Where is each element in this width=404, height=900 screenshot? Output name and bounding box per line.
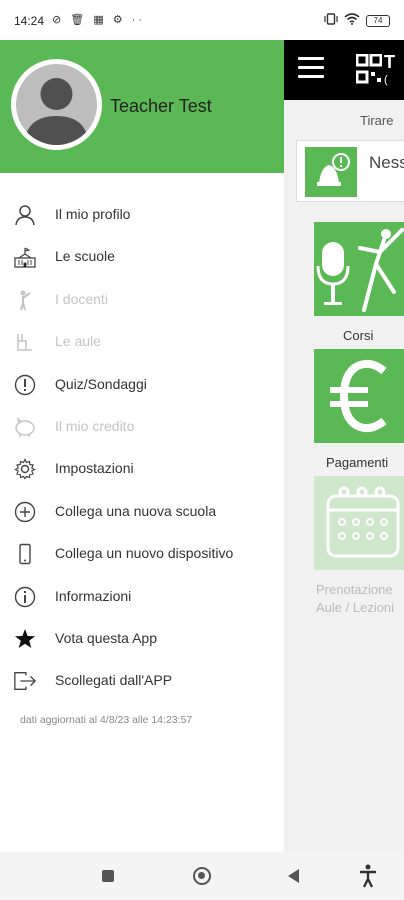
tile-label-pagamenti: Pagamenti bbox=[326, 455, 389, 470]
app-content: Tirare Ness Corsi Pagamenti Prenotazione… bbox=[284, 100, 404, 852]
notification-card[interactable]: Ness bbox=[296, 140, 404, 202]
person-avatar-icon bbox=[16, 64, 97, 145]
menu-item-profile[interactable]: Il mio profilo bbox=[0, 193, 284, 235]
user-name: Teacher Test bbox=[110, 96, 212, 116]
plus-circle-icon bbox=[13, 500, 37, 524]
star-icon bbox=[13, 627, 37, 651]
status-bar: 14:24 ⊘ 🗑 ▦ ⚙ ·· 74 bbox=[0, 0, 404, 40]
microphone-dancer-icon bbox=[316, 228, 404, 312]
status-left-icons: ⊘ 🗑 ▦ ⚙ ·· bbox=[52, 13, 145, 26]
vpn-off-icon: ⊘ bbox=[52, 14, 65, 26]
tile-corsi[interactable] bbox=[314, 222, 404, 316]
app-toolbar: T ( bbox=[284, 40, 404, 100]
status-right-icons: 74 bbox=[324, 12, 390, 30]
menu-item-label: Il mio profilo bbox=[55, 206, 131, 222]
menu-item-logout[interactable]: Scollegati dall'APP bbox=[0, 659, 284, 701]
menu-item-credit[interactable]: Il mio credito bbox=[0, 405, 284, 447]
menu-item-quiz[interactable]: Quiz/Sondaggi bbox=[0, 363, 284, 405]
hamburger-menu-icon[interactable] bbox=[298, 57, 324, 84]
menu-item-settings[interactable]: Impostazioni bbox=[0, 447, 284, 489]
recents-button[interactable] bbox=[102, 870, 114, 882]
menu-item-label: Informazioni bbox=[55, 587, 132, 604]
classroom-icon bbox=[13, 330, 37, 354]
tile-label-prenotazione-2: Aule / Lezioni bbox=[316, 600, 395, 615]
tile-prenotazione[interactable] bbox=[314, 476, 404, 570]
menu-item-connect-device[interactable]: Collega un nuovo dispositivo bbox=[0, 532, 284, 574]
accessibility-button[interactable] bbox=[358, 864, 378, 893]
teacher-icon bbox=[13, 288, 37, 312]
qr-code-icon[interactable] bbox=[356, 54, 382, 84]
notification-text: Ness bbox=[369, 153, 404, 172]
menu-item-label: Scollegati dall'APP bbox=[55, 672, 173, 689]
navigation-drawer: Teacher Test Il mio profilo Le scuole I … bbox=[0, 40, 284, 852]
system-nav-bar bbox=[0, 852, 404, 900]
piggy-bank-icon bbox=[13, 415, 37, 439]
menu-item-label: Collega una nuova scuola bbox=[55, 502, 217, 519]
menu-item-label: Le scuole bbox=[55, 248, 115, 265]
bell-alert-icon bbox=[305, 147, 357, 197]
more-dots-icon: ·· bbox=[131, 14, 146, 26]
last-updated-text: dati aggiornati al 4/8/23 alle 14:23:57 bbox=[20, 714, 193, 726]
accessibility-icon bbox=[360, 864, 376, 888]
menu-item-label: Collega un nuovo dispositivo bbox=[55, 545, 234, 562]
app-title: T bbox=[384, 52, 395, 72]
menu-item-info[interactable]: Informazioni bbox=[0, 575, 284, 617]
vibrate-icon bbox=[324, 12, 338, 30]
euro-icon bbox=[330, 359, 387, 433]
menu-item-teachers[interactable]: I docenti bbox=[0, 278, 284, 320]
battery-icon: 74 bbox=[366, 15, 390, 27]
settings-icon: ⚙ bbox=[112, 14, 126, 26]
calendar-icon bbox=[326, 486, 400, 558]
person-icon bbox=[13, 203, 37, 227]
status-time: 14:24 bbox=[14, 14, 45, 28]
menu-item-connect-school[interactable]: Collega una nuova scuola bbox=[0, 490, 284, 532]
wifi-icon bbox=[344, 12, 360, 30]
home-button[interactable] bbox=[193, 867, 211, 885]
logout-icon bbox=[13, 669, 37, 693]
back-button[interactable] bbox=[288, 869, 299, 883]
tile-label-prenotazione-1: Prenotazione bbox=[316, 582, 393, 597]
gear-icon bbox=[13, 457, 37, 481]
menu-item-classrooms[interactable]: Le aule bbox=[0, 320, 284, 362]
school-building-icon bbox=[13, 245, 37, 269]
drawer-header: Teacher Test bbox=[0, 40, 284, 173]
quiz-icon bbox=[13, 373, 37, 397]
menu-item-label: I docenti bbox=[55, 290, 108, 307]
menu-item-rate-app[interactable]: Vota questa App bbox=[0, 617, 284, 659]
trash-icon: 🗑 bbox=[70, 14, 88, 26]
menu-item-label: Quiz/Sondaggi bbox=[55, 375, 147, 392]
tile-pagamenti[interactable] bbox=[314, 349, 404, 443]
pull-to-refresh-text: Tirare bbox=[360, 113, 394, 128]
menu-item-label: Le aule bbox=[55, 333, 101, 350]
sim-icon: ▦ bbox=[93, 14, 107, 26]
app-subtitle: ( bbox=[384, 74, 388, 86]
avatar[interactable] bbox=[11, 59, 102, 150]
menu-item-label: Impostazioni bbox=[55, 460, 134, 477]
drawer-menu: Il mio profilo Le scuole I docenti Le au… bbox=[0, 193, 284, 702]
info-icon bbox=[13, 585, 37, 609]
menu-item-schools[interactable]: Le scuole bbox=[0, 235, 284, 277]
tile-label-corsi: Corsi bbox=[343, 328, 374, 343]
phone-icon bbox=[13, 542, 37, 566]
menu-item-label: Vota questa App bbox=[55, 629, 157, 646]
menu-item-label: Il mio credito bbox=[55, 417, 135, 434]
